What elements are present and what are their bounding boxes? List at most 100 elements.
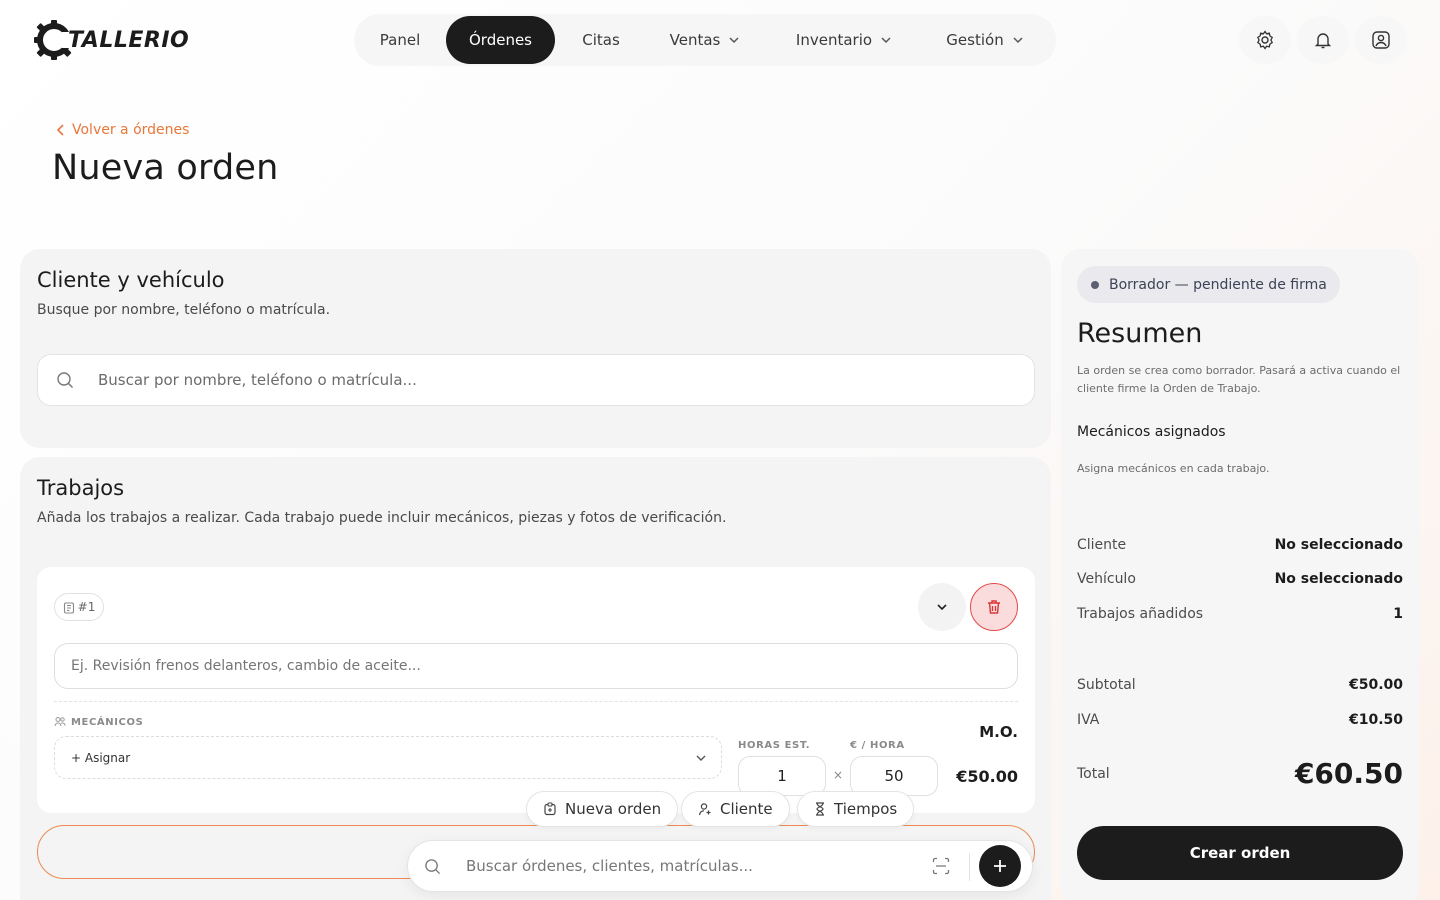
chip-label: Cliente	[720, 800, 773, 818]
nav-item-label: Citas	[582, 31, 620, 49]
labor-label: M.O.	[979, 723, 1018, 741]
summary-row-value: No seleccionado	[1274, 537, 1403, 553]
clipboard-icon	[63, 601, 74, 614]
add-button[interactable]	[979, 845, 1021, 887]
job-number-tag: #1	[54, 593, 104, 621]
summary-row-value: No seleccionado	[1274, 571, 1403, 587]
summary-row-value: 1	[1393, 606, 1403, 622]
iva-row: IVA €10.50	[1077, 712, 1403, 728]
scan-icon[interactable]	[932, 857, 950, 875]
multiply-sign: ×	[833, 768, 844, 782]
search-icon	[425, 859, 441, 875]
job-item: #1 Ej. Revisión frenos delanteros, cambi…	[37, 567, 1035, 813]
back-link[interactable]: Volver a órdenes	[56, 122, 189, 138]
summary-row-label: Trabajos añadidos	[1077, 606, 1204, 622]
assign-mechanic-select[interactable]: + Asignar	[54, 736, 722, 779]
status-label: Borrador — pendiente de firma	[1109, 276, 1327, 293]
quick-new-order-button[interactable]: Nueva orden	[526, 791, 679, 827]
mechanics-hint: Asigna mecánicos en cada trabajo.	[1077, 462, 1270, 475]
summary-row-label: Vehículo	[1077, 571, 1136, 587]
bell-icon	[1314, 33, 1332, 49]
subtotal-value: €50.00	[1348, 677, 1403, 693]
create-order-label: Crear orden	[1189, 844, 1291, 862]
total-value: €60.50	[1294, 757, 1403, 790]
settings-button[interactable]	[1239, 16, 1291, 64]
main-nav: Panel Órdenes Citas Ventas Inventario Ge…	[354, 14, 1056, 66]
status-dot	[1091, 280, 1099, 289]
job-description-placeholder: Ej. Revisión frenos delanteros, cambio d…	[71, 658, 421, 674]
subtotal-row: Subtotal €50.00	[1077, 677, 1403, 693]
client-search-input[interactable]: Buscar por nombre, teléfono o matrícula.…	[37, 354, 1035, 406]
chevron-left-icon	[56, 124, 64, 136]
nav-item-label: Panel	[379, 31, 421, 49]
nav-item-citas[interactable]: Citas	[566, 16, 636, 64]
quick-client-button[interactable]: Cliente	[681, 791, 790, 827]
nav-item-gestion[interactable]: Gestión	[942, 16, 1028, 64]
hours-label: HORAS EST.	[738, 740, 811, 751]
search-icon	[57, 372, 73, 388]
summary-title: Resumen	[1077, 318, 1203, 349]
summary-row-client: Cliente No seleccionado	[1077, 537, 1403, 553]
rate-input[interactable]: 50	[850, 756, 938, 796]
subtotal-label: Subtotal	[1077, 677, 1136, 693]
rate-value: 50	[884, 767, 904, 785]
command-bar[interactable]: Buscar órdenes, clientes, matrículas...	[407, 840, 1033, 892]
collapse-job-button[interactable]	[918, 583, 966, 631]
labor-total: €50.00	[956, 767, 1018, 786]
user-icon	[1372, 31, 1390, 49]
client-card-title: Cliente y vehículo	[37, 268, 225, 292]
iva-value: €10.50	[1348, 712, 1403, 728]
chevron-down-icon	[1013, 37, 1023, 44]
jobs-card-subtitle: Añada los trabajos a realizar. Cada trab…	[37, 510, 727, 526]
client-search-placeholder: Buscar por nombre, teléfono o matrícula.…	[98, 371, 417, 389]
summary-row-jobs: Trabajos añadidos 1	[1077, 606, 1403, 622]
rate-label: € / HORA	[850, 740, 905, 751]
chevron-down-icon	[937, 604, 947, 611]
job-description-input[interactable]: Ej. Revisión frenos delanteros, cambio d…	[54, 643, 1018, 689]
quick-times-button[interactable]: Tiempos	[797, 791, 915, 827]
nav-item-label: Inventario	[795, 31, 873, 49]
chevron-down-icon	[881, 37, 891, 44]
nav-item-panel[interactable]: Panel	[366, 16, 434, 64]
nav-item-label: Ventas	[669, 31, 721, 49]
notifications-button[interactable]	[1297, 16, 1349, 64]
iva-label: IVA	[1077, 712, 1100, 728]
chevron-down-icon	[729, 37, 739, 44]
delete-job-button[interactable]	[970, 583, 1018, 631]
user-add-icon	[698, 803, 711, 816]
total-label: Total	[1077, 765, 1110, 782]
page-title: Nueva orden	[52, 148, 279, 188]
summary-row-label: Cliente	[1077, 537, 1127, 553]
summary-note: La orden se crea como borrador. Pasará a…	[1077, 364, 1401, 395]
mechanics-label: MECÁNICOS	[71, 717, 144, 728]
users-icon	[54, 717, 66, 727]
logo-text: TALLERIO	[68, 27, 190, 53]
summary-row-vehicle: Vehículo No seleccionado	[1077, 571, 1403, 587]
profile-button[interactable]	[1355, 16, 1407, 64]
nav-item-ventas[interactable]: Ventas	[662, 16, 748, 64]
hours-value: 1	[777, 767, 787, 785]
command-bar-placeholder: Buscar órdenes, clientes, matrículas...	[466, 857, 753, 875]
total-row: Total €60.50	[1077, 757, 1403, 790]
nav-item-inventario[interactable]: Inventario	[792, 16, 896, 64]
nav-item-label: Gestión	[946, 31, 1004, 49]
nav-item-ordenes[interactable]: Órdenes	[446, 16, 555, 64]
hourglass-icon	[816, 802, 824, 816]
trash-icon	[988, 600, 1000, 614]
jobs-card-title: Trabajos	[37, 476, 125, 500]
chip-label: Tiempos	[834, 800, 898, 818]
app-logo[interactable]: TALLERIO	[32, 18, 189, 62]
job-divider	[54, 701, 1018, 702]
job-number: #1	[77, 600, 96, 614]
command-bar-separator	[969, 853, 970, 881]
chip-label: Nueva orden	[565, 800, 662, 818]
hours-input[interactable]: 1	[738, 756, 826, 796]
chevron-down-icon	[696, 755, 706, 761]
plus-icon	[994, 860, 1006, 872]
mechanics-heading: Mecánicos asignados	[1077, 424, 1226, 440]
clipboard-icon	[544, 802, 556, 816]
assign-mechanic-label: + Asignar	[71, 750, 131, 765]
back-link-label: Volver a órdenes	[72, 122, 190, 138]
nav-item-label: Órdenes	[468, 31, 532, 49]
create-order-button[interactable]: Crear orden	[1077, 826, 1403, 880]
